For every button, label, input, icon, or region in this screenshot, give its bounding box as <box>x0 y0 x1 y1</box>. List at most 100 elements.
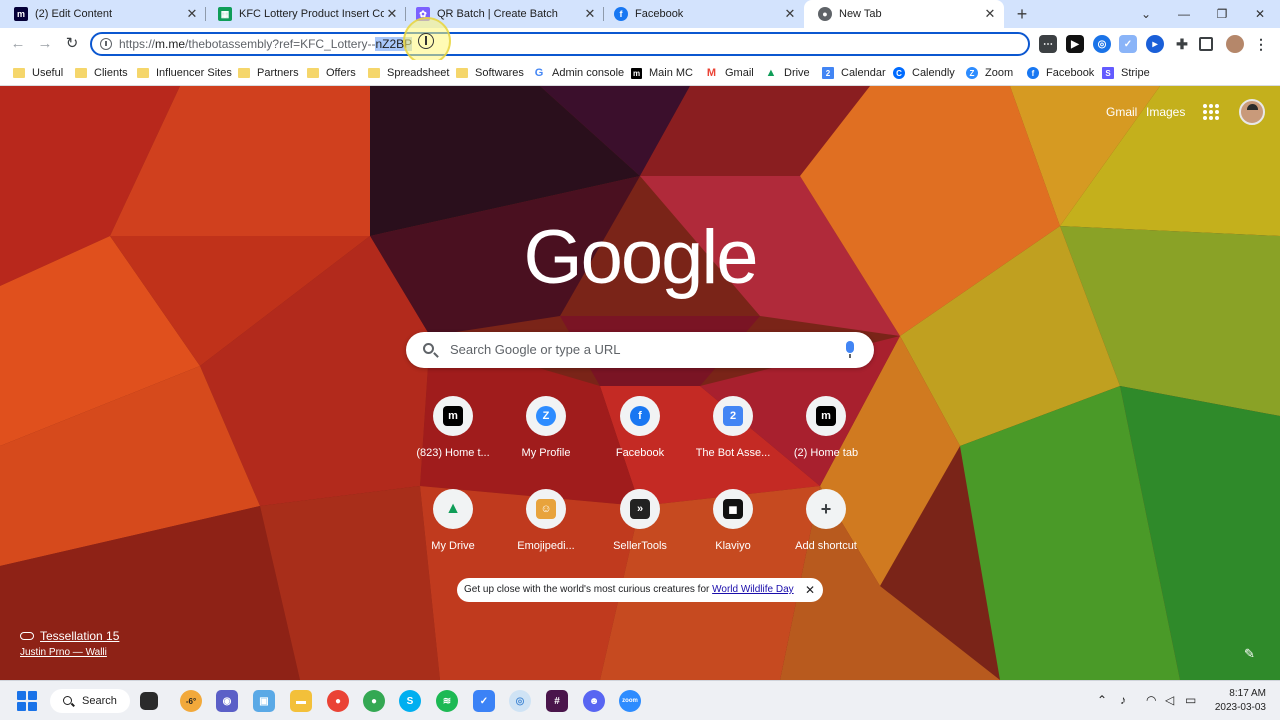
battery-icon[interactable]: ▭ <box>1185 693 1196 707</box>
forward-button[interactable]: → <box>35 34 55 54</box>
shortcut-label: Emojipedi... <box>517 540 575 552</box>
attribution-author[interactable]: Justin Prno — Walli <box>20 647 119 658</box>
bookmark-zoom[interactable]: Z Zoom <box>966 64 1013 82</box>
shortcut-tile: f <box>620 396 660 436</box>
minimize-button[interactable]: — <box>1165 0 1203 28</box>
bookmark-label: Useful <box>32 67 64 79</box>
photos-icon[interactable]: ▣ <box>253 690 275 712</box>
bookmark-calendar[interactable]: 2 Calendar <box>822 64 886 82</box>
wifi-icon[interactable]: ◠ <box>1146 693 1156 707</box>
bookmark-offers[interactable]: Offers <box>307 64 356 82</box>
shortcut-my-profile[interactable]: Z My Profile <box>501 396 591 476</box>
close-icon[interactable]: ✕ <box>384 6 400 22</box>
profile-avatar-icon[interactable] <box>1226 35 1244 53</box>
extension-play-icon[interactable]: ▸ <box>1146 35 1164 53</box>
extension-check-icon[interactable]: ✓ <box>1119 35 1137 53</box>
bookmark-clients[interactable]: Clients <box>75 64 128 82</box>
bookmark-softwares[interactable]: Softwares <box>456 64 524 82</box>
bookmark-calendly[interactable]: C Calendly <box>893 64 955 82</box>
volume-icon[interactable]: ◁ <box>1165 693 1174 707</box>
microphone-tray-icon[interactable]: ♪ <box>1120 693 1126 707</box>
todo-icon[interactable]: ✓ <box>473 690 495 712</box>
window-close-button[interactable]: ✕ <box>1241 0 1279 28</box>
search-input[interactable]: Search Google or type a URL <box>450 342 621 357</box>
tab-kfc-lottery[interactable]: ▦ KFC Lottery Product Insert Code ✕ <box>204 0 406 28</box>
back-button[interactable]: ← <box>8 34 28 54</box>
close-icon[interactable]: ✕ <box>782 6 798 22</box>
promo-link[interactable]: World Wildlife Day <box>712 584 794 595</box>
chrome-profile-icon[interactable]: ● <box>327 690 349 712</box>
windows-start-icon[interactable] <box>17 691 37 711</box>
bookmark-gmail[interactable]: M Gmail <box>705 64 754 82</box>
shortcut-facebook[interactable]: f Facebook <box>595 396 685 476</box>
close-icon[interactable]: ✕ <box>184 6 200 22</box>
menu-dots-icon[interactable]: ⋮ <box>1252 35 1270 53</box>
extension-arrow-icon[interactable]: ▶ <box>1066 35 1084 53</box>
bookmark-stripe[interactable]: S Stripe <box>1102 64 1150 82</box>
tab-facebook[interactable]: f Facebook ✕ <box>600 0 804 28</box>
bookmark-spreadsheet[interactable]: Spreadsheet <box>368 64 449 82</box>
taskbar-search[interactable]: Search <box>50 689 130 713</box>
bookmark-admin-console[interactable]: G Admin console <box>533 64 624 82</box>
images-link[interactable]: Images <box>1146 105 1185 119</box>
folder-icon <box>368 68 380 78</box>
apps-grid-icon[interactable] <box>1203 104 1219 120</box>
gmail-link[interactable]: Gmail <box>1106 105 1137 119</box>
bookmark-useful[interactable]: Useful <box>13 64 63 82</box>
bookmark-partners[interactable]: Partners <box>238 64 299 82</box>
search-box[interactable]: Search Google or type a URL <box>406 332 874 368</box>
zoom-taskbar-icon[interactable]: zoom <box>619 690 641 712</box>
account-avatar[interactable] <box>1239 99 1265 125</box>
slack-icon[interactable]: # <box>546 690 568 712</box>
close-icon[interactable]: ✕ <box>582 6 598 22</box>
system-clock[interactable]: 8:17 AM 2023-03-03 <box>1210 687 1266 715</box>
tab-new-tab[interactable]: ● New Tab ✕ <box>804 0 1004 28</box>
file-explorer-icon[interactable]: ▬ <box>290 690 312 712</box>
new-tab-button[interactable]: + <box>1012 4 1032 24</box>
shortcut-emojipedia[interactable]: ☺ Emojipedi... <box>501 489 591 569</box>
shortcut-tile: + <box>806 489 846 529</box>
shortcut-label: The Bot Asse... <box>695 447 771 459</box>
bookmark-facebook[interactable]: f Facebook <box>1027 64 1094 82</box>
shortcut-home-t[interactable]: m (823) Home t... <box>408 396 498 476</box>
skype-icon[interactable]: S <box>399 690 421 712</box>
extension-dots-icon[interactable]: ⋯ <box>1039 35 1057 53</box>
shortcut-sellertools[interactable]: » SellerTools <box>595 489 685 569</box>
shortcut-home-tab[interactable]: m (2) Home tab <box>781 396 871 476</box>
close-icon[interactable]: ✕ <box>982 6 998 22</box>
tray-chevron-icon[interactable]: ⌃ <box>1097 693 1107 707</box>
bookmark-drive[interactable]: ▲ Drive <box>765 64 810 82</box>
chat-icon[interactable]: ◉ <box>216 690 238 712</box>
address-text[interactable]: https://m.me/thebotassembly?ref=KFC_Lott… <box>119 36 413 53</box>
spotify-icon[interactable]: ≋ <box>436 690 458 712</box>
weather-icon[interactable]: -6° <box>180 690 202 712</box>
shortcut-my-drive[interactable]: ▲ My Drive <box>408 489 498 569</box>
bookmark-influencer-sites[interactable]: Influencer Sites <box>137 64 232 82</box>
side-panel-icon[interactable] <box>1199 37 1213 51</box>
maximize-button[interactable]: ❐ <box>1203 0 1241 28</box>
task-view-icon[interactable] <box>140 692 158 710</box>
shortcut-the-bot-asse[interactable]: 2 The Bot Asse... <box>688 396 778 476</box>
cortana-icon[interactable]: ◎ <box>509 690 531 712</box>
bookmark-label: Calendar <box>841 67 886 79</box>
chrome-active-icon[interactable]: ● <box>363 690 385 712</box>
bookmark-main-mc[interactable]: m Main MC <box>631 64 693 82</box>
tab-edit-content[interactable]: m (2) Edit Content ✕ <box>0 0 206 28</box>
address-bar[interactable]: https://m.me/thebotassembly?ref=KFC_Lott… <box>90 32 1030 56</box>
shortcut-label: (2) Home tab <box>793 447 859 459</box>
site-info-icon[interactable] <box>100 38 112 50</box>
customize-pencil-icon[interactable]: ✎ <box>1244 646 1258 661</box>
close-icon[interactable]: ✕ <box>805 578 815 602</box>
discord-icon[interactable]: ☻ <box>583 690 605 712</box>
extensions-puzzle-icon[interactable]: ✚ <box>1173 35 1191 53</box>
reload-button[interactable]: ↻ <box>62 34 82 54</box>
attribution-title[interactable]: Tessellation 15 <box>20 629 119 643</box>
emojipedia-icon: ☺ <box>536 499 556 519</box>
microphone-icon[interactable] <box>846 341 854 358</box>
shortcut-klaviyo[interactable]: ◼ Klaviyo <box>688 489 778 569</box>
extension-circle-icon[interactable]: ◎ <box>1093 35 1111 53</box>
attribution-title-text: Tessellation 15 <box>40 629 120 643</box>
add-shortcut-button[interactable]: + Add shortcut <box>781 489 871 569</box>
bookmark-label: Clients <box>94 67 128 79</box>
tab-search-icon[interactable]: ⌄ <box>1127 0 1165 28</box>
